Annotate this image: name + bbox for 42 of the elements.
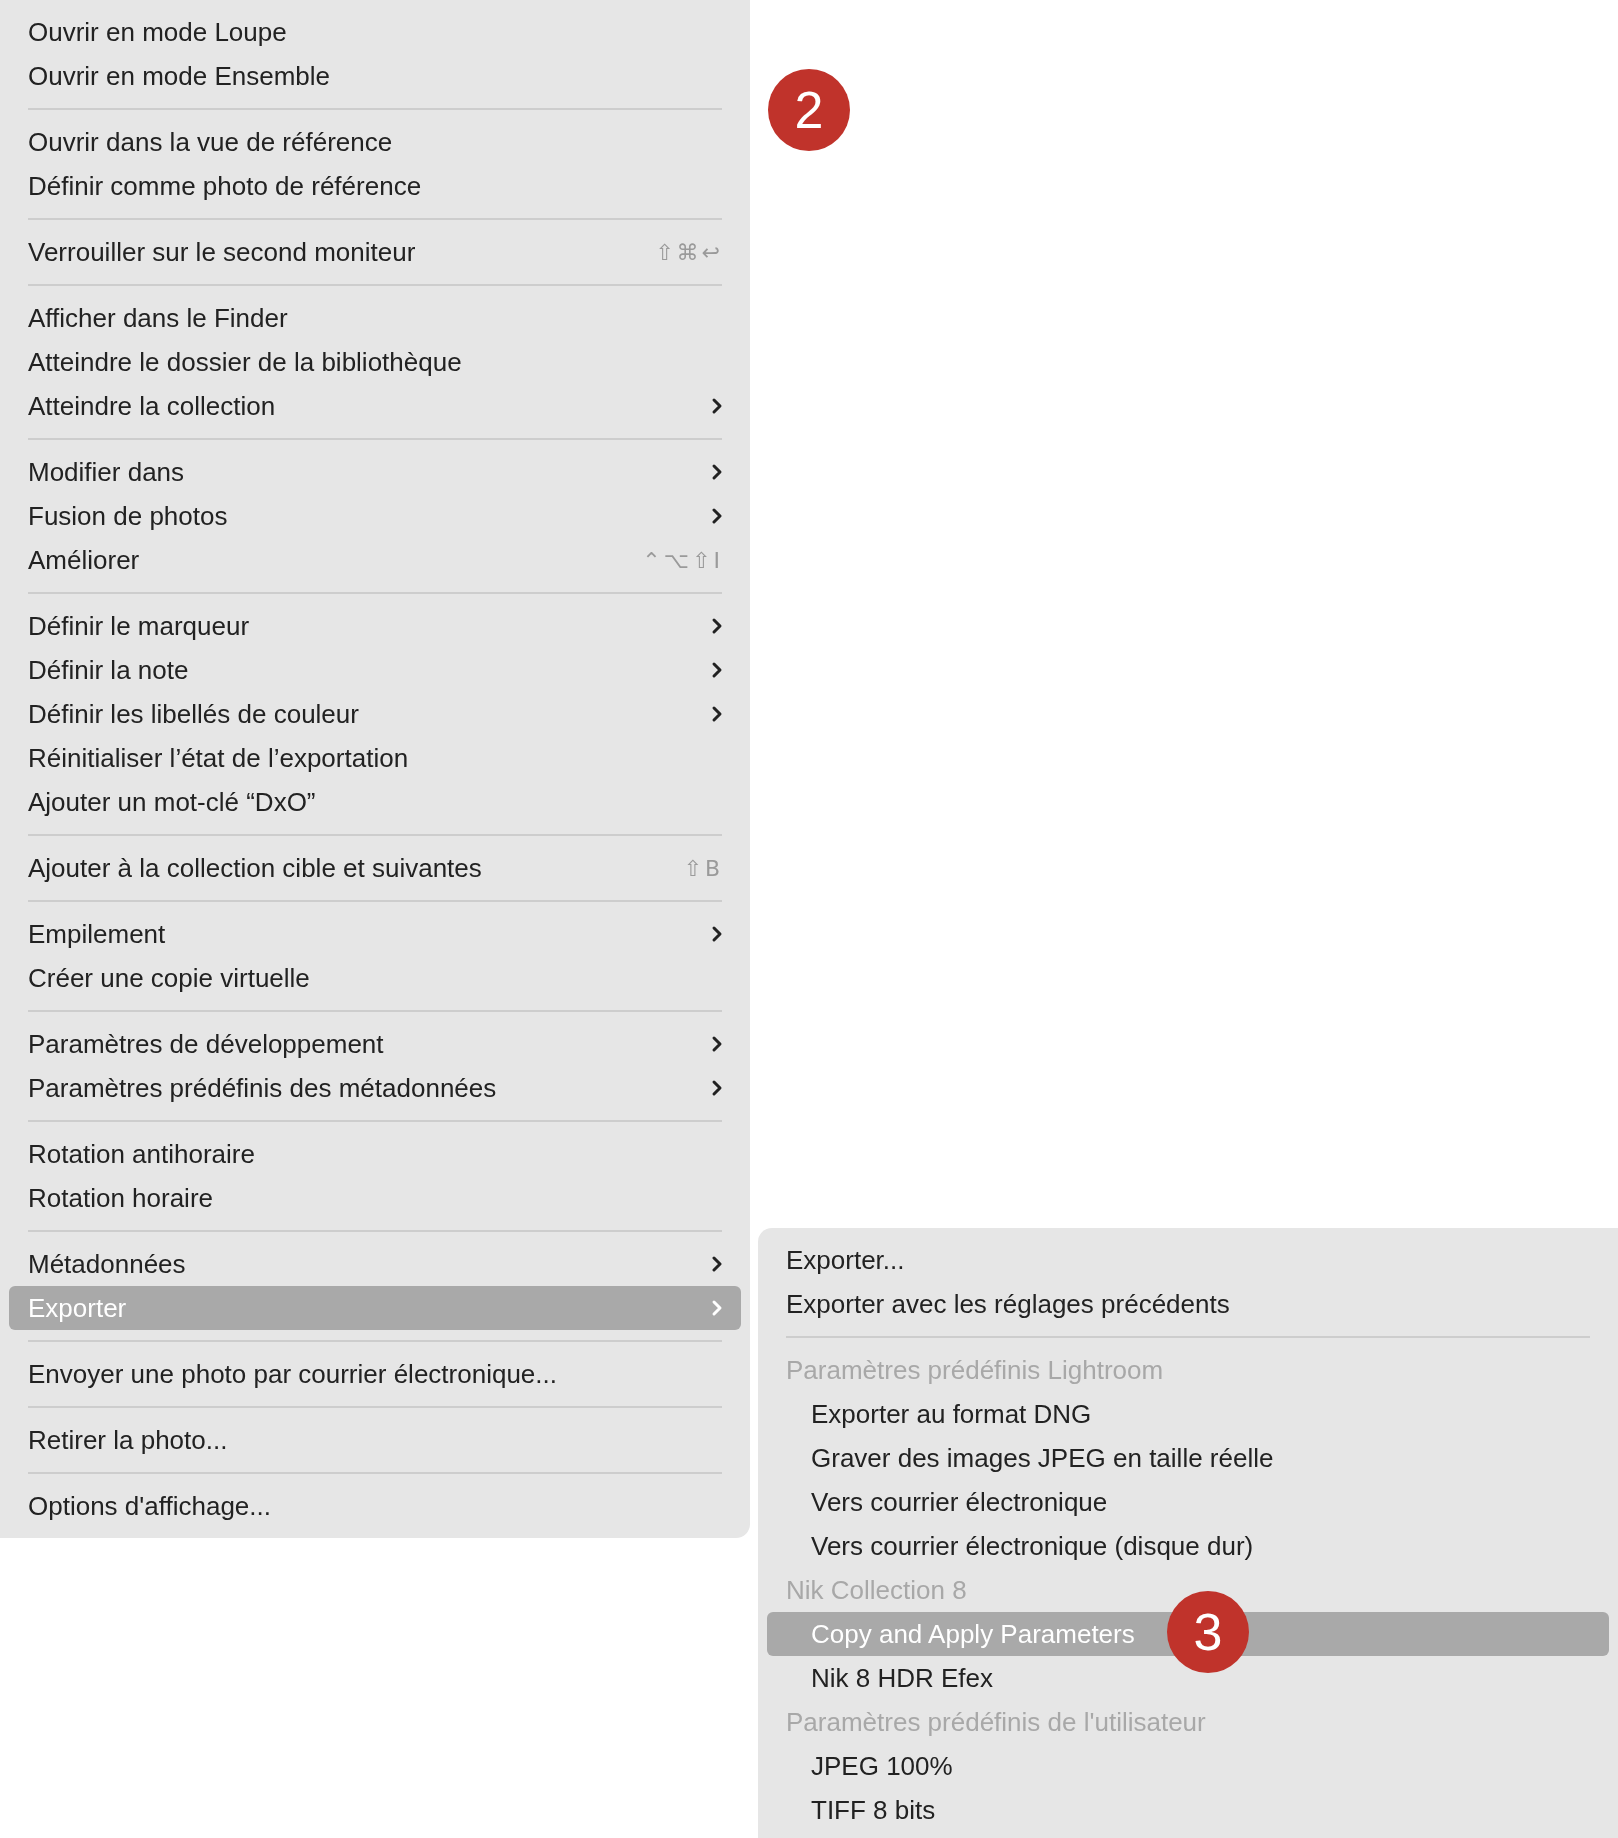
menu-item[interactable]: Vers courrier électronique (disque dur) — [767, 1524, 1609, 1568]
menu-item[interactable]: Ajouter un mot-clé “DxO” — [9, 780, 741, 824]
menu-item[interactable]: Définir les libellés de couleur — [9, 692, 741, 736]
menu-item[interactable]: JPEG 100% — [767, 1744, 1609, 1788]
menu-item[interactable]: Définir la note — [9, 648, 741, 692]
menu-item[interactable]: Réinitialiser l’état de l’exportation — [9, 736, 741, 780]
menu-item[interactable]: Atteindre le dossier de la bibliothèque — [9, 340, 741, 384]
menu-item[interactable]: Atteindre la collection — [9, 384, 741, 428]
menu-item[interactable]: Définir comme photo de référence — [9, 164, 741, 208]
menu-item[interactable]: Retirer la photo... — [9, 1418, 741, 1462]
menu-item[interactable]: Créer une copie virtuelle — [9, 956, 741, 1000]
shortcut-label: ⇧⌘↩ — [655, 239, 723, 265]
menu-item[interactable]: Améliorer ⌃⌥⇧I — [9, 538, 741, 582]
menu-item[interactable]: Métadonnées — [9, 1242, 741, 1286]
menu-item[interactable]: Paramètres prédéfinis des métadonnées — [9, 1066, 741, 1110]
menu-item[interactable]: Options d'affichage... — [9, 1484, 741, 1528]
menu-item[interactable]: Ajouter à la collection cible et suivantes ⇧B — [9, 846, 741, 890]
menu-item[interactable]: Vers courrier électronique — [767, 1480, 1609, 1524]
menu-item[interactable]: Empilement — [9, 912, 741, 956]
section-header: Paramètres prédéfinis Lightroom — [786, 1354, 1165, 1386]
section-header: Nik Collection 8 — [786, 1574, 968, 1606]
section-header: Paramètres prédéfinis de l'utilisateur — [786, 1706, 1207, 1738]
menu-item[interactable]: Exporter... — [767, 1238, 1609, 1282]
menu-item[interactable]: Verrouiller sur le second moniteur ⇧⌘↩ — [9, 230, 741, 274]
menu-item[interactable]: Rotation horaire — [9, 1176, 741, 1220]
menu-item[interactable]: TIFF 8 bits — [767, 1788, 1609, 1832]
menu-item[interactable]: Ouvrir en mode Loupe — [9, 10, 741, 54]
menu-item[interactable]: Ouvrir dans la vue de référence — [9, 120, 741, 164]
shortcut-label: ⌃⌥⇧I — [642, 547, 723, 573]
menu-item[interactable]: Exporter avec les réglages précédents — [767, 1282, 1609, 1326]
menu-item[interactable]: Exporter au format DNG — [767, 1392, 1609, 1436]
menu-item[interactable]: Rotation antihoraire — [9, 1132, 741, 1176]
menu-item[interactable]: Envoyer une photo par courrier électronique... — [9, 1352, 741, 1396]
menu-item[interactable]: Paramètres de développement — [9, 1022, 741, 1066]
menu-item[interactable]: Graver des images JPEG en taille réelle — [767, 1436, 1609, 1480]
menu-item[interactable]: Afficher dans le Finder — [9, 296, 741, 340]
menu-item[interactable]: Définir le marqueur — [9, 604, 741, 648]
menu-item[interactable]: Modifier dans — [9, 450, 741, 494]
menu-item[interactable]: Ouvrir en mode Ensemble — [9, 54, 741, 98]
step-badge: 2 — [768, 69, 850, 151]
menu-item[interactable]: Fusion de photos — [9, 494, 741, 538]
shortcut-label: ⇧B — [683, 855, 723, 881]
